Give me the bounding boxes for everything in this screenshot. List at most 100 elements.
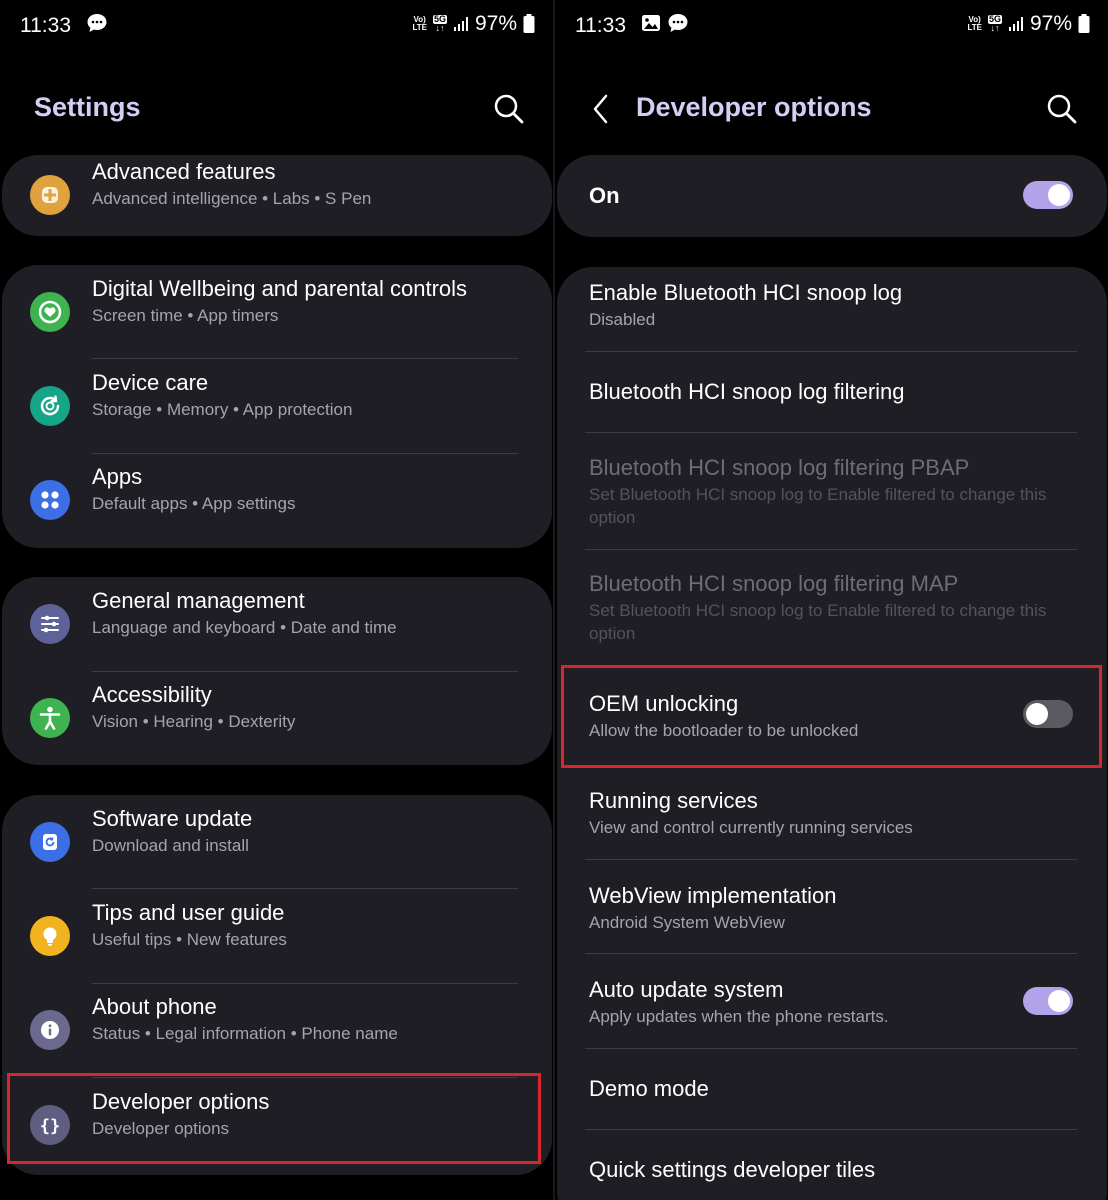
battery-icon <box>1078 14 1090 33</box>
settings-item-digital-wellbeing[interactable]: Digital Wellbeing and parental controls … <box>2 266 552 360</box>
option-running-services[interactable]: Running services View and control curren… <box>557 764 1107 859</box>
item-subtitle: Download and install <box>92 836 249 855</box>
lightbulb-icon <box>30 916 70 956</box>
settings-item-software-update[interactable]: Software update Download and install <box>2 796 552 890</box>
5g-icon: 5G ↓↑ <box>987 14 1002 33</box>
master-switch-card[interactable]: On <box>557 155 1107 237</box>
signal-icon <box>453 17 468 31</box>
settings-item-tips[interactable]: Tips and user guide Useful tips • New fe… <box>2 890 552 984</box>
5g-icon: 5G ↓↑ <box>432 14 447 33</box>
option-subtitle: Set Bluetooth HCI snoop log to Enable fi… <box>589 485 1047 527</box>
option-subtitle: Apply updates when the phone restarts. <box>589 1007 889 1026</box>
battery-percent: 97% <box>1029 12 1072 35</box>
settings-item-accessibility[interactable]: Accessibility Vision • Hearing • Dexteri… <box>2 672 552 766</box>
divider <box>92 1077 518 1078</box>
item-title: Apps <box>92 464 143 489</box>
option-subtitle: Android System WebView <box>589 913 785 932</box>
divider <box>92 888 518 889</box>
option-bt-hci-snoop-log[interactable]: Enable Bluetooth HCI snoop log Disabled <box>557 267 1107 351</box>
option-title: Bluetooth HCI snoop log filtering <box>589 379 905 404</box>
settings-item-device-care[interactable]: Device care Storage • Memory • App prote… <box>2 360 552 454</box>
item-subtitle: Default apps • App settings <box>92 494 296 513</box>
search-icon <box>1047 94 1077 124</box>
item-subtitle: Useful tips • New features <box>92 930 287 949</box>
status-bar: 11:33 Vo) LTE 5G ↓↑ 97% <box>20 12 535 40</box>
heart-circle-icon <box>30 292 70 332</box>
item-title: Device care <box>92 370 209 395</box>
option-subtitle: Set Bluetooth HCI snoop log to Enable fi… <box>589 601 1047 643</box>
settings-item-about-phone[interactable]: About phone Status • Legal information •… <box>2 984 552 1078</box>
oem-unlocking-toggle[interactable] <box>1023 700 1073 728</box>
volte-icon: Vo) LTE <box>412 15 427 32</box>
option-subtitle: Disabled <box>589 310 656 329</box>
item-title: Tips and user guide <box>92 900 285 925</box>
gallery-icon <box>642 15 660 31</box>
info-icon <box>30 1010 70 1050</box>
braces-icon: {} <box>30 1105 70 1145</box>
item-title: About phone <box>92 994 217 1019</box>
option-title: Demo mode <box>589 1076 709 1101</box>
option-title: Bluetooth HCI snoop log filtering MAP <box>589 571 959 596</box>
option-bt-hci-filtering-map: Bluetooth HCI snoop log filtering MAP Se… <box>557 550 1107 666</box>
message-icon <box>87 14 107 32</box>
item-subtitle: Status • Legal information • Phone name <box>92 1024 398 1043</box>
page-title: Settings <box>34 92 141 122</box>
sliders-icon <box>30 604 70 644</box>
developer-options-screen: 11:33 Vo) LTE 5G ↓↑ 97% Developer options … <box>555 0 1108 1200</box>
signal-icon <box>1008 17 1023 31</box>
master-switch-label: On <box>589 183 620 208</box>
search-button[interactable] <box>1045 92 1079 126</box>
settings-group: Digital Wellbeing and parental controls … <box>2 265 552 548</box>
item-subtitle: Storage • Memory • App protection <box>92 400 353 419</box>
option-title: OEM unlocking <box>589 691 739 716</box>
option-title: Enable Bluetooth HCI snoop log <box>589 280 903 305</box>
accessibility-icon <box>30 698 70 738</box>
refresh-circle-icon <box>30 386 70 426</box>
option-demo-mode[interactable]: Demo mode <box>557 1049 1107 1129</box>
apps-grid-icon <box>30 480 70 520</box>
option-title: Auto update system <box>589 977 784 1002</box>
option-webview-implementation[interactable]: WebView implementation Android System We… <box>557 860 1107 953</box>
settings-item-general-management[interactable]: General management Language and keyboard… <box>2 578 552 672</box>
message-icon <box>668 14 688 32</box>
option-title: WebView implementation <box>589 883 837 908</box>
settings-group: Advanced features Advanced intelligence … <box>2 155 552 236</box>
search-button[interactable] <box>492 92 526 126</box>
auto-update-toggle[interactable] <box>1023 987 1073 1015</box>
option-title: Quick settings developer tiles <box>589 1157 876 1182</box>
settings-item-advanced-features[interactable]: Advanced features Advanced intelligence … <box>2 149 552 243</box>
back-icon <box>593 94 608 124</box>
item-title: Developer options <box>92 1089 270 1114</box>
plus-gear-icon <box>30 175 70 215</box>
settings-group: General management Language and keyboard… <box>2 577 552 765</box>
status-bar: 11:33 Vo) LTE 5G ↓↑ 97% <box>575 12 1090 40</box>
option-bt-hci-filtering[interactable]: Bluetooth HCI snoop log filtering <box>557 352 1107 432</box>
back-button[interactable] <box>589 92 613 126</box>
option-title: Running services <box>589 788 758 813</box>
volte-icon: Vo) LTE <box>967 15 982 32</box>
item-title: General management <box>92 588 305 613</box>
item-subtitle: Developer options <box>92 1119 230 1138</box>
item-title: Accessibility <box>92 682 212 707</box>
option-subtitle: Allow the bootloader to be unlocked <box>589 721 859 740</box>
item-subtitle: Vision • Hearing • Dexterity <box>92 712 296 731</box>
item-title: Advanced features <box>92 159 276 184</box>
developer-options-list: Enable Bluetooth HCI snoop log Disabled … <box>557 267 1107 1200</box>
option-auto-update-system[interactable]: Auto update system Apply updates when th… <box>557 954 1107 1048</box>
search-icon <box>494 94 524 124</box>
status-time: 11:33 <box>20 14 71 37</box>
status-time: 11:33 <box>575 14 626 37</box>
option-subtitle: View and control currently running servi… <box>589 818 913 837</box>
option-quick-settings-tiles[interactable]: Quick settings developer tiles <box>557 1130 1107 1200</box>
master-toggle[interactable] <box>1023 181 1073 209</box>
item-subtitle: Advanced intelligence • Labs • S Pen <box>92 189 372 208</box>
divider <box>92 358 518 359</box>
battery-icon <box>523 14 535 33</box>
option-oem-unlocking[interactable]: OEM unlocking Allow the bootloader to be… <box>557 667 1107 763</box>
settings-screen: 11:33 Vo) LTE 5G ↓↑ 97% Settings Advanced … <box>0 0 553 1200</box>
settings-item-developer-options[interactable]: {} Developer options Developer options <box>2 1079 552 1173</box>
option-bt-hci-filtering-pbap: Bluetooth HCI snoop log filtering PBAP S… <box>557 433 1107 549</box>
item-title: Digital Wellbeing and parental controls <box>92 276 468 301</box>
page-title: Developer options <box>636 92 872 122</box>
settings-item-apps[interactable]: Apps Default apps • App settings <box>2 454 552 548</box>
